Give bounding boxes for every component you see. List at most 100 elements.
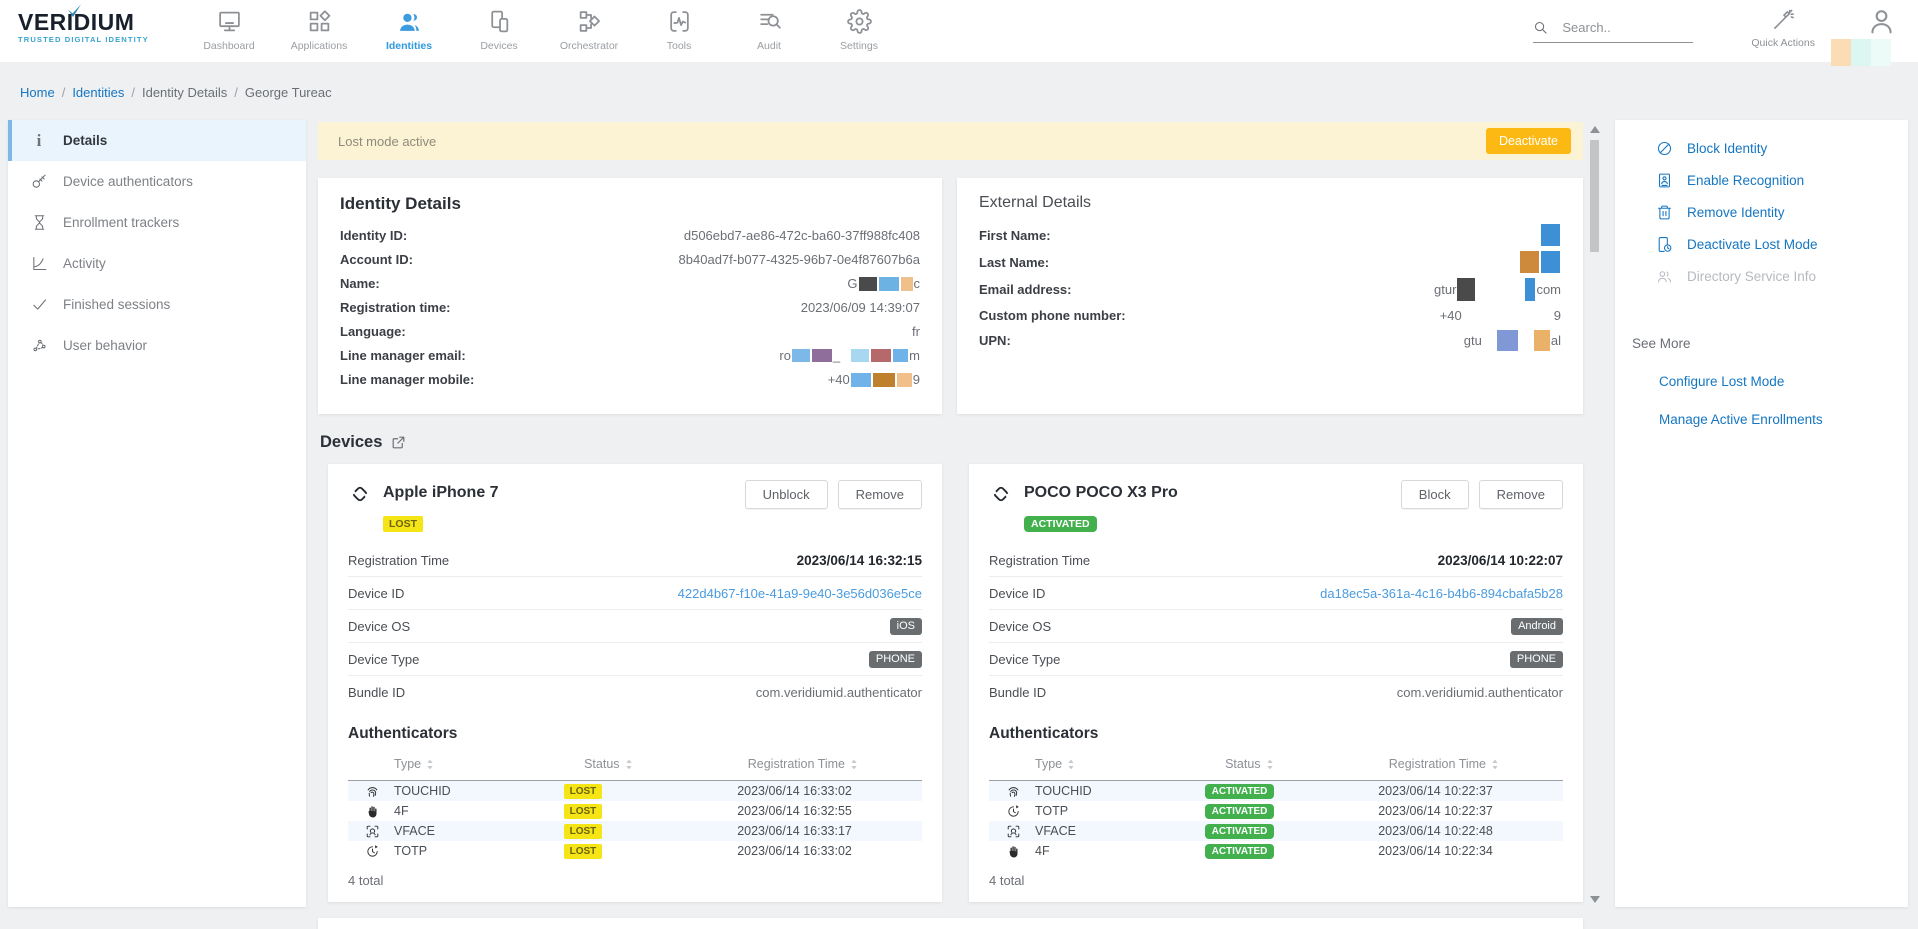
breadcrumb-item-home[interactable]: Home <box>20 85 55 100</box>
nav-item-audit[interactable]: Audit <box>724 0 814 52</box>
remove-button[interactable]: Remove <box>1479 480 1563 509</box>
authenticators-title: Authenticators <box>348 725 922 743</box>
authenticator-registration-time: 2023/06/14 16:33:02 <box>737 844 922 858</box>
device-id-link[interactable]: 422d4b67-f10e-41a9-9e40-3e56d036e5ce <box>678 586 922 601</box>
device-fields: Registration Time2023/06/14 10:22:07 Dev… <box>989 544 1563 709</box>
action-remove-identity[interactable]: Remove Identity <box>1615 196 1908 228</box>
device-id-link[interactable]: da18ec5a-361a-4c16-b4b6-894cbafa5b28 <box>1320 586 1563 601</box>
unblock-button[interactable]: Unblock <box>745 480 828 509</box>
authenticator-type: TOUCHID <box>1035 784 1092 798</box>
action-block-identity[interactable]: Block Identity <box>1615 132 1908 164</box>
primary-nav: Dashboard Applications Identities Device… <box>184 0 904 52</box>
breadcrumb-separator: / <box>234 85 238 100</box>
device-name: Apple iPhone 7 <box>383 480 499 506</box>
sidebar-item-finished-sessions[interactable]: Finished sessions <box>8 284 306 325</box>
see-more-links: Configure Lost Mode Manage Active Enrollm… <box>1615 374 1908 427</box>
identity-details-card: Identity Details Identity ID: d506ebd7-a… <box>318 178 942 414</box>
directory-icon <box>1655 268 1673 285</box>
link-configure-lost-mode[interactable]: Configure Lost Mode <box>1615 374 1908 389</box>
nav-item-applications[interactable]: Applications <box>274 0 364 52</box>
redaction-block <box>871 349 891 362</box>
field-label: Registration Time <box>348 553 449 568</box>
scrollbar-thumb[interactable] <box>1590 140 1599 252</box>
sort-type-header[interactable]: Type <box>394 757 584 771</box>
action-label: Deactivate Lost Mode <box>1687 237 1818 252</box>
sort-type-header[interactable]: Type <box>1035 757 1225 771</box>
nav-item-settings[interactable]: Settings <box>814 0 904 52</box>
search <box>1533 20 1693 43</box>
brand-tagline: TRUSTED DIGITAL IDENTITY <box>18 35 158 44</box>
search-input[interactable] <box>1562 20 1678 35</box>
remove-button[interactable]: Remove <box>838 480 922 509</box>
nav-item-dashboard[interactable]: Dashboard <box>184 0 274 52</box>
value-text: d506ebd7-ae86-472c-ba60-37ff988fc408 <box>684 228 920 243</box>
sidebar-item-details[interactable]: iDetails <box>8 120 306 161</box>
field-label: Device OS <box>989 619 1051 634</box>
action-label: Directory Service Info <box>1687 269 1816 284</box>
redaction-block <box>1871 39 1891 66</box>
nav-item-orchestrator[interactable]: Orchestrator <box>544 0 634 52</box>
nav-item-label: Devices <box>480 40 517 52</box>
action-deactivate-lost-mode[interactable]: Deactivate Lost Mode <box>1615 228 1908 260</box>
value-text: al <box>1551 333 1561 348</box>
detail-row: Registration time: 2023/06/09 14:39:07 <box>340 298 920 317</box>
sidebar-item-device-authenticators[interactable]: Device authenticators <box>8 161 306 202</box>
detail-value: 2023/06/09 14:39:07 <box>801 300 920 315</box>
device-field-row: Device OSAndroid <box>989 610 1563 643</box>
breadcrumb-item-identities[interactable]: Identities <box>72 85 124 100</box>
devices-grid: Apple iPhone 7 Unblock Remove LOST Regist… <box>318 464 1583 902</box>
sort-registration-time-header[interactable]: Registration Time <box>748 757 922 771</box>
authenticator-type: 4F <box>1035 844 1050 858</box>
scroll-down-arrow-icon[interactable] <box>1590 896 1600 903</box>
quick-actions-button[interactable]: Quick Actions <box>1751 0 1815 49</box>
partial-section-card <box>318 918 1583 929</box>
authenticator-status-badge: LOST <box>564 784 603 799</box>
authenticator-registration-time: 2023/06/14 10:22:48 <box>1378 824 1563 838</box>
sort-icon <box>1491 759 1499 770</box>
search-icon <box>1533 20 1548 35</box>
field-label: Device OS <box>348 619 410 634</box>
detail-value: Gc <box>847 276 920 291</box>
sidebar-item-activity[interactable]: Activity <box>8 243 306 284</box>
dashboard-icon <box>217 9 242 34</box>
redaction-block <box>1497 330 1518 351</box>
main-scrollbar[interactable] <box>1588 122 1601 907</box>
block-icon <box>1655 140 1673 157</box>
veridium-logo[interactable]: VERIDIUM TRUSTED DIGITAL IDENTITY <box>18 10 158 44</box>
sort-status-header[interactable]: Status <box>584 757 748 771</box>
authenticators-rows: TOUCHID LOST 2023/06/14 16:33:02 4F LOST… <box>348 781 922 861</box>
scroll-up-arrow-icon[interactable] <box>1590 126 1600 133</box>
external-link-icon[interactable] <box>391 435 406 450</box>
external-details-card: External Details First Name: Last Name: … <box>957 178 1583 414</box>
detail-label: Language: <box>340 324 406 339</box>
check-icon <box>30 296 48 313</box>
action-enable-recognition[interactable]: Enable Recognition <box>1615 164 1908 196</box>
logo-check-icon <box>67 4 82 17</box>
block-button[interactable]: Block <box>1401 480 1469 509</box>
redaction-block <box>851 373 871 387</box>
brand-name: VERIDIUM <box>18 10 158 34</box>
nav-item-tools[interactable]: Tools <box>634 0 724 52</box>
face-icon <box>1003 824 1023 839</box>
user-avatar[interactable] <box>1867 0 1896 41</box>
breadcrumb-item-identity-details: Identity Details <box>142 85 227 100</box>
authenticator-type: VFACE <box>1035 824 1076 838</box>
link-manage-active-enrollments[interactable]: Manage Active Enrollments <box>1615 412 1908 427</box>
deactivate-button[interactable]: Deactivate <box>1486 128 1571 154</box>
nav-item-identities[interactable]: Identities <box>364 0 454 52</box>
quick-actions-label: Quick Actions <box>1751 37 1815 49</box>
devices-section-header: Devices <box>318 432 1583 452</box>
redaction-block <box>1831 39 1851 66</box>
detail-label: Line manager email: <box>340 348 466 363</box>
authenticator-row-4f: 4F ACTIVATED 2023/06/14 10:22:34 <box>989 841 1563 861</box>
sidebar-item-enrollment-trackers[interactable]: Enrollment trackers <box>8 202 306 243</box>
sort-status-header[interactable]: Status <box>1225 757 1389 771</box>
detail-value <box>1540 224 1561 246</box>
sidebar-item-label: Device authenticators <box>63 174 193 189</box>
nav-item-devices[interactable]: Devices <box>454 0 544 52</box>
detail-row: Name: Gc <box>340 274 920 293</box>
sort-registration-time-header[interactable]: Registration Time <box>1389 757 1563 771</box>
detail-label: First Name: <box>979 228 1051 243</box>
sidebar-item-user-behavior[interactable]: User behavior <box>8 325 306 366</box>
detail-value <box>1519 251 1561 273</box>
